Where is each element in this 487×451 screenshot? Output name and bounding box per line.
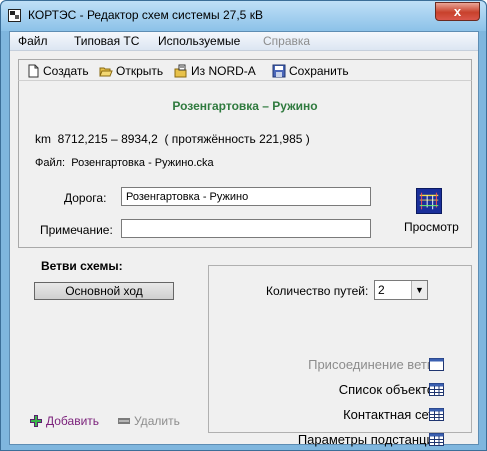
note-label: Примечание: <box>40 223 113 237</box>
open-folder-icon <box>99 67 113 77</box>
route-panel: Розенгартовка – Ружино km 8712,215 – 893… <box>18 80 472 248</box>
preview-icon[interactable] <box>416 188 442 214</box>
toolbar: Создать Открыть Из NORD-A Сохранить <box>18 59 472 80</box>
note-input[interactable] <box>121 219 371 238</box>
close-icon: x <box>453 4 462 19</box>
substation-params-option[interactable]: Параметры подстанций <box>298 432 441 447</box>
save-icon <box>272 64 286 78</box>
create-button[interactable]: Создать <box>26 63 89 79</box>
create-label: Создать <box>43 64 89 78</box>
menu-used[interactable]: Используемые <box>158 34 240 48</box>
import-icon <box>174 64 187 78</box>
km-prefix: km <box>35 132 51 146</box>
paths-count-label: Количество путей: <box>266 284 369 298</box>
table-icon[interactable] <box>429 383 444 396</box>
menu-bar: Файл Типовая ТС Используемые Справка <box>10 32 478 51</box>
branch-item[interactable]: Основной ход <box>34 282 174 300</box>
km-info: km 8712,215 – 8934,2 ( протяжённость 221… <box>35 132 310 146</box>
add-branch-label: Добавить <box>46 414 100 428</box>
route-title: Розенгартовка – Ружино <box>172 99 318 113</box>
menu-file[interactable]: Файл <box>18 34 48 48</box>
road-label: Дорога: <box>64 191 107 205</box>
minus-icon <box>118 418 130 424</box>
chevron-down-icon[interactable]: ▼ <box>411 281 427 299</box>
file-info: Файл: Розенгартовка - Ружино.cka <box>35 157 214 169</box>
route-length: ( протяжённость 221,985 ) <box>164 132 310 146</box>
import-label: Из NORD-A <box>191 64 256 78</box>
window-icon[interactable] <box>429 358 444 371</box>
contact-network-option[interactable]: Контактная сеть <box>343 407 441 422</box>
plus-icon <box>30 415 42 427</box>
km-range: 8712,215 – 8934,2 <box>57 132 158 146</box>
save-button[interactable]: Сохранить <box>272 63 349 79</box>
settings-panel: Количество путей: 2 ▼ Присоединение ветв… <box>208 265 472 447</box>
paths-count-value: 2 <box>378 283 385 297</box>
client-area: Файл Типовая ТС Используемые Справка Соз… <box>9 31 479 447</box>
delete-branch-label: Удалить <box>134 414 180 428</box>
save-label: Сохранить <box>289 64 349 78</box>
add-branch-button[interactable]: Добавить <box>30 414 99 428</box>
objects-list-option[interactable]: Список объектов <box>339 382 441 397</box>
menu-help[interactable]: Справка <box>263 34 310 48</box>
close-button[interactable]: x <box>435 2 480 21</box>
preview-button[interactable]: Просмотр <box>404 220 459 234</box>
app-icon <box>8 9 21 22</box>
app-window: КОРТЭС - Редактор схем системы 27,5 кВ x… <box>0 0 487 451</box>
window-title: КОРТЭС - Редактор схем системы 27,5 кВ <box>28 8 263 22</box>
paths-count-select[interactable]: 2 ▼ <box>374 280 428 300</box>
file-label: Файл: <box>35 157 66 169</box>
table-icon[interactable] <box>429 408 444 421</box>
menu-typical-ts[interactable]: Типовая ТС <box>74 34 139 48</box>
file-name: Розенгартовка - Ружино.cka <box>71 157 214 169</box>
road-input[interactable] <box>121 187 371 206</box>
open-button[interactable]: Открыть <box>99 63 163 79</box>
new-document-icon <box>28 64 39 78</box>
open-label: Открыть <box>116 64 164 78</box>
branches-title: Ветви схемы: <box>41 259 123 273</box>
attach-branch-option[interactable]: Присоединение ветви <box>308 357 441 372</box>
import-nord-button[interactable]: Из NORD-A <box>174 63 256 79</box>
title-bar[interactable]: КОРТЭС - Редактор схем системы 27,5 кВ x <box>1 1 486 31</box>
table-icon[interactable] <box>429 433 444 446</box>
delete-branch-button[interactable]: Удалить <box>118 414 180 428</box>
